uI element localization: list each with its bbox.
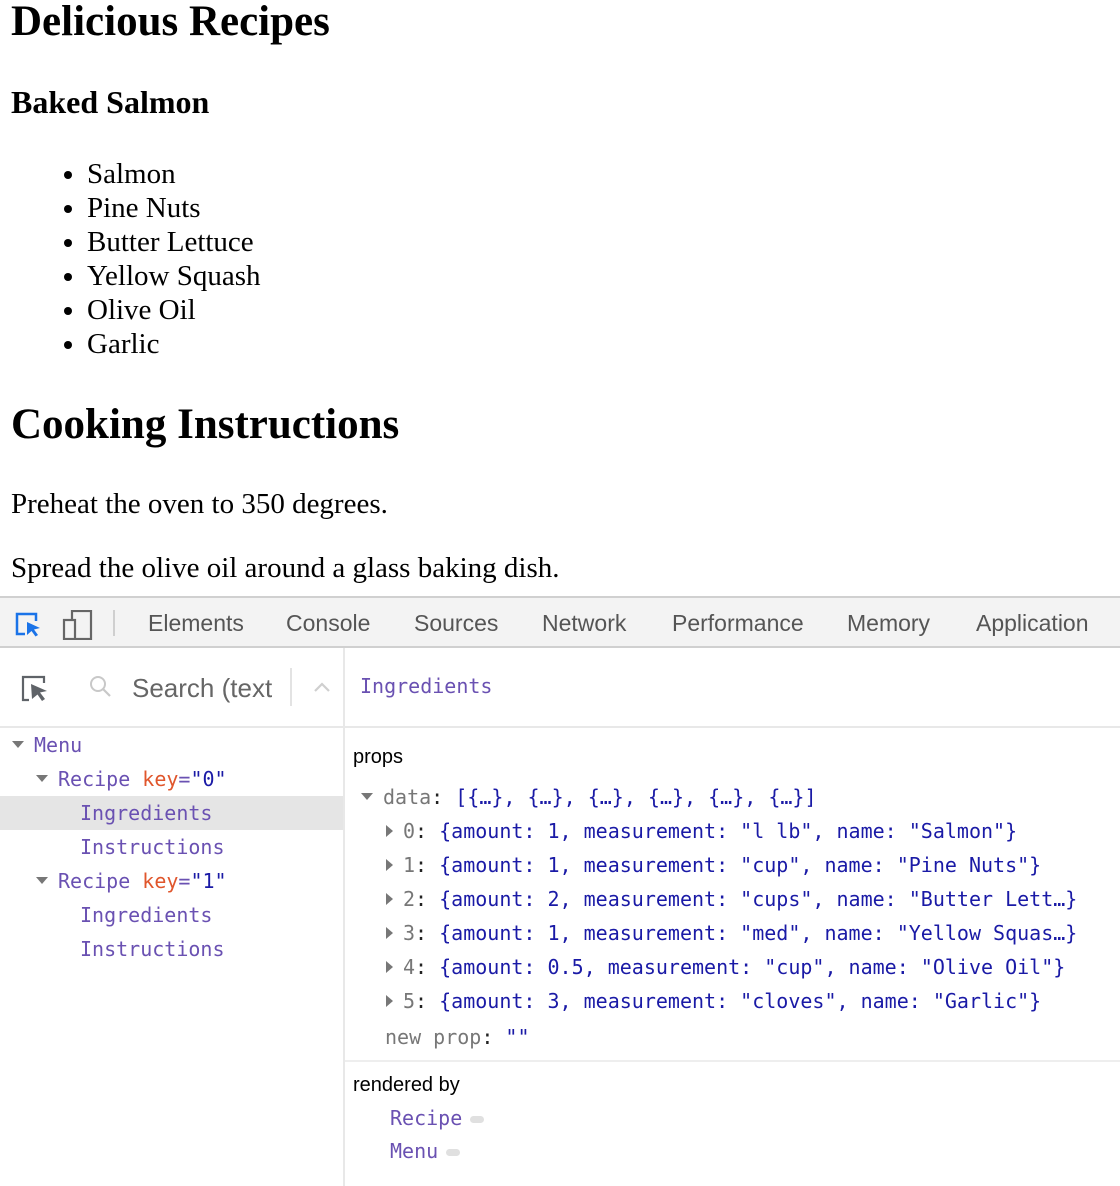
array-item-row[interactable]: 0: {amount: 1, measurement: "l lb", name… xyxy=(386,814,1017,848)
expand-arrow-icon[interactable] xyxy=(386,824,393,837)
ingredient-item: Olive Oil xyxy=(87,293,261,327)
expand-arrow-icon[interactable] xyxy=(386,994,393,1007)
search-input[interactable] xyxy=(132,673,272,704)
new-prop-row[interactable]: new prop: "" xyxy=(385,1020,530,1054)
tree-node-instructions[interactable]: Instructions xyxy=(0,830,343,864)
props-label: props xyxy=(353,746,404,768)
array-item-row[interactable]: 3: {amount: 1, measurement: "med", name:… xyxy=(386,916,1077,950)
item-value: {amount: 1, measurement: "l lb", name: "… xyxy=(439,819,1018,843)
tab-memory[interactable]: Memory xyxy=(847,610,930,636)
tab-network[interactable]: Network xyxy=(542,610,626,636)
select-component-icon[interactable] xyxy=(20,674,50,709)
component-tree-panel: Menu Recipe key="0" Ingredients Instruct… xyxy=(0,648,345,1186)
tree-node-instructions[interactable]: Instructions xyxy=(0,932,343,966)
search-divider xyxy=(290,668,292,706)
collapse-arrow-icon[interactable] xyxy=(36,877,48,884)
array-item-row[interactable]: 5: {amount: 3, measurement: "cloves", na… xyxy=(386,984,1041,1018)
tab-application[interactable]: Application xyxy=(976,610,1089,636)
new-prop-value[interactable]: "" xyxy=(505,1025,529,1049)
collapse-arrow-icon[interactable] xyxy=(12,741,24,748)
collapse-arrow-icon[interactable] xyxy=(36,775,48,782)
owner-badge xyxy=(446,1149,461,1156)
instruction-step: Spread the olive oil around a glass baki… xyxy=(11,552,560,584)
tab-elements[interactable]: Elements xyxy=(148,610,244,636)
array-item-row[interactable]: 4: {amount: 0.5, measurement: "cup", nam… xyxy=(386,950,1065,984)
item-index: 1 xyxy=(403,853,416,877)
expand-arrow-icon[interactable] xyxy=(361,793,373,800)
attr-name: key xyxy=(142,869,179,893)
props-header: Ingredients xyxy=(345,648,1120,728)
expand-arrow-icon[interactable] xyxy=(386,960,393,973)
node-label: Instructions xyxy=(80,835,225,859)
owner-link-recipe[interactable]: Recipe xyxy=(390,1106,485,1130)
instruction-step: Preheat the oven to 350 degrees. xyxy=(11,488,388,520)
search-icon xyxy=(89,675,113,704)
inspect-element-icon[interactable] xyxy=(14,610,42,643)
selected-component-name: Ingredients xyxy=(360,674,493,698)
ingredient-item: Garlic xyxy=(87,327,261,361)
prop-key: data xyxy=(383,785,432,809)
owner-name: Menu xyxy=(390,1139,439,1163)
section-divider xyxy=(345,1060,1120,1062)
node-label: Instructions xyxy=(80,937,225,961)
tree-node-ingredients-selected[interactable]: Ingredients xyxy=(0,796,343,830)
attr-value: "0" xyxy=(190,767,227,791)
tab-performance[interactable]: Performance xyxy=(672,610,804,636)
tree-node-menu[interactable]: Menu xyxy=(0,728,343,762)
item-index: 4 xyxy=(403,955,416,979)
ingredient-list: Salmon Pine Nuts Butter Lettuce Yellow S… xyxy=(0,157,261,361)
item-value: {amount: 1, measurement: "cup", name: "P… xyxy=(439,853,1042,877)
devtools-tab-bar: Elements Console Sources Network Perform… xyxy=(0,596,1120,648)
expand-arrow-icon[interactable] xyxy=(386,892,393,905)
ingredient-item: Butter Lettuce xyxy=(87,225,261,259)
item-value: {amount: 3, measurement: "cloves", name:… xyxy=(439,989,1042,1013)
expand-arrow-icon[interactable] xyxy=(386,926,393,939)
array-item-row[interactable]: 1: {amount: 1, measurement: "cup", name:… xyxy=(386,848,1041,882)
tree-node-ingredients[interactable]: Ingredients xyxy=(0,898,343,932)
tree-node-recipe[interactable]: Recipe key="1" xyxy=(0,864,343,898)
expand-arrow-icon[interactable] xyxy=(386,858,393,871)
prop-value: [{…}, {…}, {…}, {…}, {…}, {…}] xyxy=(455,785,817,809)
item-index: 2 xyxy=(403,887,416,911)
node-label: Recipe xyxy=(58,767,131,791)
tree-toolbar xyxy=(0,648,343,728)
node-label: Menu xyxy=(34,733,83,757)
item-value: {amount: 2, measurement: "cups", name: "… xyxy=(439,887,1078,911)
node-label: Ingredients xyxy=(80,903,213,927)
attr-value: "1" xyxy=(190,869,227,893)
ingredient-item: Salmon xyxy=(87,157,261,191)
owner-name: Recipe xyxy=(390,1106,463,1130)
attr-name: key xyxy=(142,767,179,791)
instructions-title: Cooking Instructions xyxy=(11,401,400,448)
chevron-up-icon[interactable] xyxy=(313,680,331,698)
page-title: Delicious Recipes xyxy=(11,0,330,45)
item-index: 5 xyxy=(403,989,416,1013)
tab-console[interactable]: Console xyxy=(286,610,370,636)
item-value: {amount: 0.5, measurement: "cup", name: … xyxy=(439,955,1066,979)
new-prop-key[interactable]: new prop xyxy=(385,1025,481,1049)
toolbar-divider xyxy=(113,610,115,636)
rendered-by-label: rendered by xyxy=(353,1074,460,1096)
devtools-panel: Elements Console Sources Network Perform… xyxy=(0,596,1120,1186)
owner-link-menu[interactable]: Menu xyxy=(390,1139,461,1163)
device-toolbar-icon[interactable] xyxy=(62,609,94,645)
prop-data-row[interactable]: data: [{…}, {…}, {…}, {…}, {…}, {…}] xyxy=(361,780,817,814)
node-label: Ingredients xyxy=(80,801,213,825)
item-value: {amount: 1, measurement: "med", name: "Y… xyxy=(439,921,1078,945)
item-index: 3 xyxy=(403,921,416,945)
array-item-row[interactable]: 2: {amount: 2, measurement: "cups", name… xyxy=(386,882,1077,916)
node-label: Recipe xyxy=(58,869,131,893)
tab-sources[interactable]: Sources xyxy=(414,610,498,636)
props-panel: Ingredients props data: [{…}, {…}, {…}, … xyxy=(345,648,1120,1186)
owner-badge xyxy=(470,1116,485,1123)
ingredient-item: Pine Nuts xyxy=(87,191,261,225)
tree-node-recipe[interactable]: Recipe key="0" xyxy=(0,762,343,796)
item-index: 0 xyxy=(403,819,416,843)
ingredient-item: Yellow Squash xyxy=(87,259,261,293)
recipe-title: Baked Salmon xyxy=(11,84,210,120)
page-content: Delicious Recipes Baked Salmon Salmon Pi… xyxy=(0,0,1120,596)
